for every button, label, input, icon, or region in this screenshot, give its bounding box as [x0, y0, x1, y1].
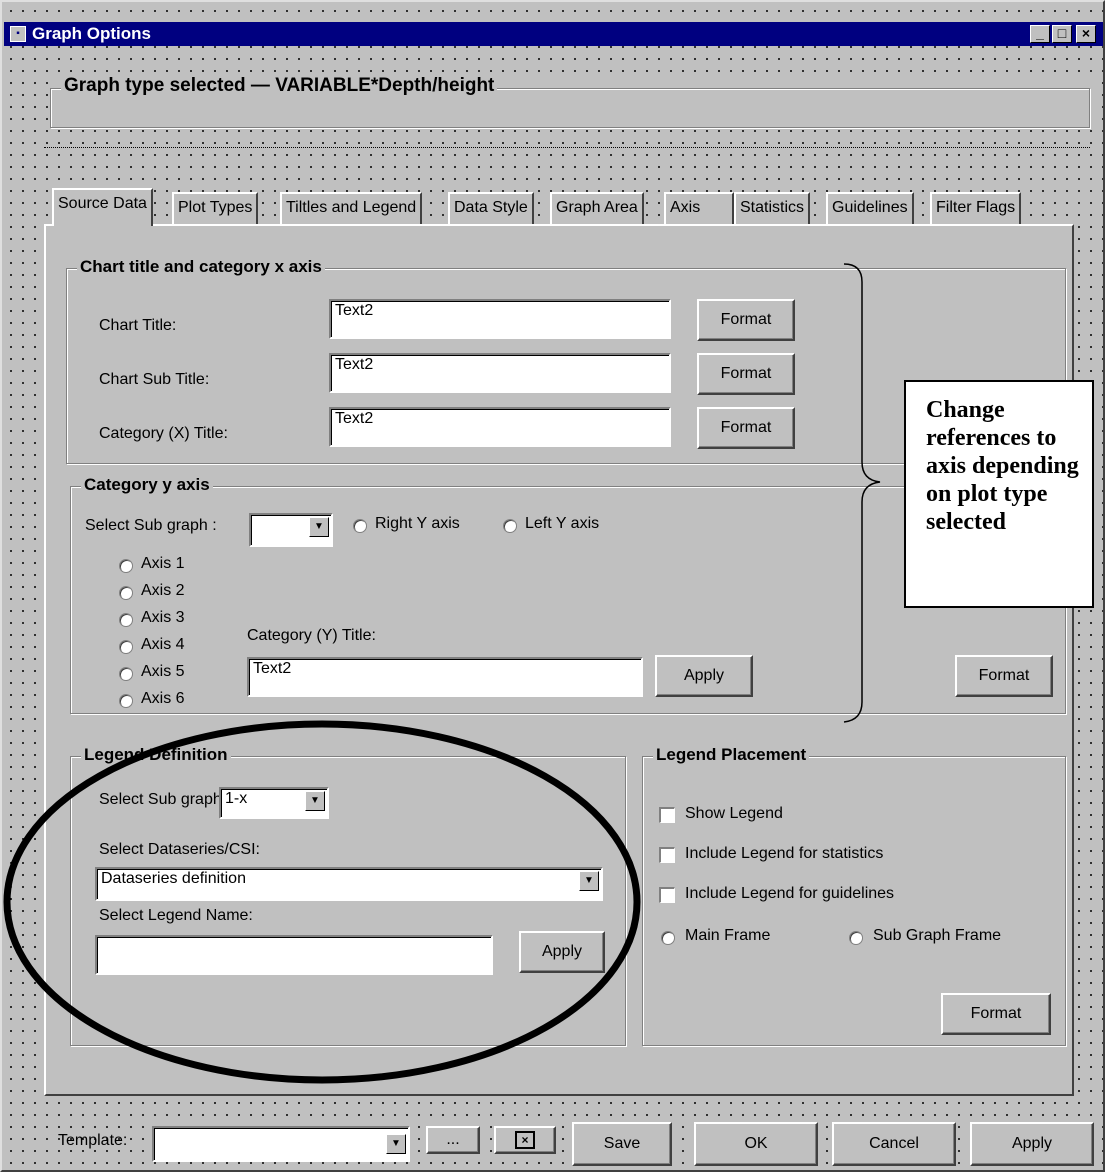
include-guidelines-label: Include Legend for guidelines — [685, 885, 895, 902]
separator-line — [44, 147, 1090, 148]
show-legend-label: Show Legend — [685, 805, 783, 822]
legend-placement-format-button[interactable]: Format — [941, 993, 1051, 1035]
axis-1-radio[interactable] — [119, 559, 133, 573]
tab-statistics[interactable]: Statistics — [734, 192, 811, 224]
tab-axis[interactable]: Axis — [664, 192, 734, 224]
y-sub-graph-select[interactable]: ▼ — [249, 513, 333, 547]
main-frame-label: Main Frame — [685, 927, 771, 944]
chevron-down-icon[interactable]: ▼ — [579, 871, 599, 891]
graph-options-window: ▪ Graph Options _ □ × Graph type selecte… — [0, 0, 1105, 1172]
tab-guidelines[interactable]: Guidelines — [826, 192, 914, 224]
legend-definition-group: Legend Definition Select Sub graph: 1-x … — [70, 745, 626, 1046]
legend-name-label: Select Legend Name: — [99, 907, 253, 924]
axis-5-label: Axis 5 — [141, 663, 185, 680]
legend-definition-group-title: Legend Definition — [81, 745, 231, 765]
category-y-title-label: Category (Y) Title: — [247, 627, 376, 644]
sub-graph-frame-radio[interactable] — [849, 931, 863, 945]
tab-filter-flags[interactable]: Filter Flags — [930, 192, 1022, 224]
category-x-title-label: Category (X) Title: — [99, 425, 228, 442]
axis-2-label: Axis 2 — [141, 582, 185, 599]
template-select[interactable]: ▼ — [152, 1126, 410, 1162]
chart-subtitle-input[interactable]: Text2 — [329, 353, 671, 393]
legend-name-input[interactable] — [95, 935, 493, 975]
chart-title-input[interactable]: Text2 — [329, 299, 671, 339]
chart-title-group-title: Chart title and category x axis — [77, 257, 325, 277]
legend-sub-graph-select[interactable]: 1-x ▼ — [219, 787, 329, 819]
legend-sub-graph-label: Select Sub graph: — [99, 791, 227, 808]
tab-plot-types[interactable]: Plot Types — [172, 192, 259, 224]
tab-graph-area[interactable]: Graph Area — [550, 192, 644, 224]
include-statistics-label: Include Legend for statistics — [685, 845, 884, 862]
template-label: Template: — [58, 1132, 128, 1149]
save-button[interactable]: Save — [572, 1122, 672, 1166]
main-frame-radio[interactable] — [661, 931, 675, 945]
annotation-callout: Change references to axis depending on p… — [904, 380, 1094, 608]
chart-subtitle-format-button[interactable]: Format — [697, 353, 795, 395]
maximize-button[interactable]: □ — [1052, 25, 1072, 43]
apply-button[interactable]: Apply — [970, 1122, 1094, 1166]
axis-2-radio[interactable] — [119, 586, 133, 600]
right-y-axis-radio[interactable] — [353, 519, 367, 533]
left-y-axis-label: Left Y axis — [525, 515, 600, 532]
include-guidelines-checkbox[interactable] — [659, 887, 675, 903]
chart-title-format-button[interactable]: Format — [697, 299, 795, 341]
tab-source-data[interactable]: Source Data — [52, 188, 153, 226]
axis-1-label: Axis 1 — [141, 555, 185, 572]
dataseries-label: Select Dataseries/CSI: — [99, 841, 260, 858]
right-y-axis-label: Right Y axis — [375, 515, 460, 532]
category-x-format-button[interactable]: Format — [697, 407, 795, 449]
dataseries-select[interactable]: Dataseries definition ▼ — [95, 867, 603, 901]
app-icon: ▪ — [10, 26, 26, 42]
window-title: Graph Options — [32, 24, 151, 43]
graph-type-frame-title: Graph type selected — VARIABLE*Depth/hei… — [61, 75, 498, 97]
template-browse-button[interactable]: ... — [426, 1126, 480, 1154]
category-x-title-input[interactable]: Text2 — [329, 407, 671, 447]
y-select-sub-graph-label: Select Sub graph : — [85, 517, 217, 534]
chevron-down-icon[interactable]: ▼ — [305, 791, 325, 811]
axis-6-label: Axis 6 — [141, 690, 185, 707]
axis-6-radio[interactable] — [119, 694, 133, 708]
axis-4-label: Axis 4 — [141, 636, 185, 653]
cancel-button[interactable]: Cancel — [832, 1122, 956, 1166]
delete-x-icon: × — [515, 1131, 535, 1149]
graph-type-value: VARIABLE*Depth/height — [275, 75, 495, 96]
chart-title-label: Chart Title: — [99, 317, 177, 334]
legend-placement-group: Legend Placement Show Legend Include Leg… — [642, 745, 1066, 1046]
axis-4-radio[interactable] — [119, 640, 133, 654]
left-y-axis-radio[interactable] — [503, 519, 517, 533]
template-delete-button[interactable]: × — [494, 1126, 556, 1154]
axis-5-radio[interactable] — [119, 667, 133, 681]
graph-type-separator: — — [250, 75, 270, 96]
chevron-down-icon[interactable]: ▼ — [386, 1134, 406, 1154]
legend-apply-button[interactable]: Apply — [519, 931, 605, 973]
y-title-format-button[interactable]: Format — [955, 655, 1053, 697]
source-data-panel: Chart title and category x axis Chart Ti… — [44, 224, 1074, 1096]
chart-subtitle-label: Chart Sub Title: — [99, 371, 210, 388]
ok-button[interactable]: OK — [694, 1122, 818, 1166]
close-button[interactable]: × — [1076, 25, 1096, 43]
sub-graph-frame-label: Sub Graph Frame — [873, 927, 1002, 944]
graph-type-label: Graph type selected — [64, 75, 246, 96]
y-title-apply-button[interactable]: Apply — [655, 655, 753, 697]
show-legend-checkbox[interactable] — [659, 807, 675, 823]
include-statistics-checkbox[interactable] — [659, 847, 675, 863]
graph-type-frame: Graph type selected — VARIABLE*Depth/hei… — [50, 75, 1090, 128]
tab-data-style[interactable]: Data Style — [448, 192, 534, 224]
tab-titles-and-legend[interactable]: Tiltles and Legend — [280, 192, 423, 224]
category-y-title-input[interactable]: Text2 — [247, 657, 643, 697]
category-y-axis-group-title: Category y axis — [81, 475, 213, 495]
legend-placement-group-title: Legend Placement — [653, 745, 810, 765]
chevron-down-icon[interactable]: ▼ — [309, 517, 329, 537]
minimize-button[interactable]: _ — [1030, 25, 1050, 43]
axis-3-label: Axis 3 — [141, 609, 185, 626]
axis-3-radio[interactable] — [119, 613, 133, 627]
title-bar[interactable]: ▪ Graph Options _ □ × — [4, 22, 1103, 46]
